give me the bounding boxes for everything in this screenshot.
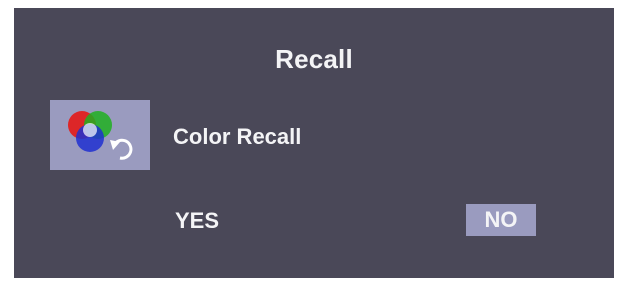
color-recall-icon [50, 100, 150, 170]
screen-frame: Recall Color Recall YES NO [0, 0, 617, 284]
yes-option-button[interactable]: YES [175, 206, 219, 236]
osd-recall-panel: Recall Color Recall YES NO [14, 8, 614, 278]
color-recall-label: Color Recall [173, 124, 302, 149]
no-option-button[interactable]: NO [466, 204, 536, 236]
osd-title: Recall [275, 44, 353, 74]
